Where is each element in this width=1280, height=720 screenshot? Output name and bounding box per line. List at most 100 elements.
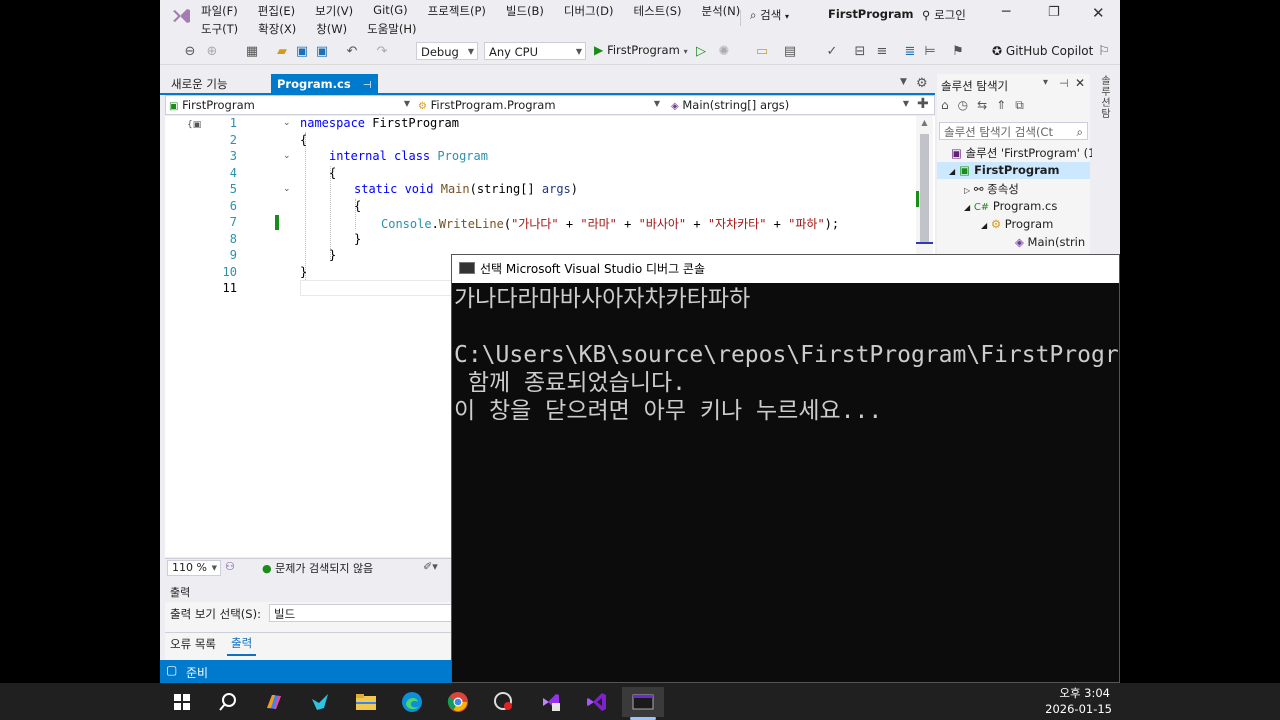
menu-view[interactable]: 보기(V): [315, 3, 353, 19]
feedback-icon[interactable]: ⚐: [1096, 44, 1112, 60]
person-icon: ⚲: [922, 8, 931, 22]
menu-debug[interactable]: 디버그(D): [564, 3, 614, 19]
menu-build[interactable]: 빌드(B): [506, 3, 544, 19]
platform-dropdown[interactable]: Any CPU ▼: [484, 42, 586, 60]
copy-icon[interactable]: ⧉: [1015, 98, 1024, 113]
visual-studio-button[interactable]: [578, 687, 614, 717]
method-name: WriteLine: [438, 217, 504, 231]
search-taskbar-button[interactable]: [210, 687, 246, 717]
menu-file[interactable]: 파일(F): [201, 3, 238, 19]
start-without-debugging-icon[interactable]: ▷: [693, 44, 709, 60]
solution-explorer-side-tab[interactable]: 솔루션탐: [1099, 76, 1113, 120]
tab-dropdown-icon[interactable]: ▼: [900, 77, 907, 87]
hot-reload-icon[interactable]: ✺: [716, 44, 732, 60]
menu-project[interactable]: 프로젝트(P): [428, 3, 486, 19]
forward-icon[interactable]: ⊕: [204, 44, 220, 60]
uncomment-icon[interactable]: ⊨: [922, 44, 938, 60]
tab-program-cs[interactable]: Program.cs ⊣ ✕: [271, 74, 378, 113]
solution-explorer-title: 솔루션 탐색기: [941, 79, 1009, 93]
menu-analyze[interactable]: 분석(N): [702, 3, 741, 19]
split-icon[interactable]: ✚: [917, 96, 929, 112]
menu-git[interactable]: Git(G): [373, 3, 408, 19]
tree-item-dependencies[interactable]: ▷ ⚯ 종속성: [964, 181, 1019, 197]
member-dropdown[interactable]: ◈ Main(string[] args) ▼: [671, 98, 911, 112]
menu-edit[interactable]: 편집(E): [258, 3, 295, 19]
paren-close: );: [824, 217, 840, 231]
platform-value: Any CPU: [489, 45, 538, 59]
collapse-icon[interactable]: ⌄: [283, 151, 291, 161]
spellcheck-icon[interactable]: ✓: [824, 44, 840, 60]
sync-icon[interactable]: ⇆: [977, 98, 987, 113]
format2-icon[interactable]: ≡: [874, 44, 890, 60]
collapse-icon[interactable]: ⌄: [283, 184, 291, 194]
operator: +: [686, 217, 708, 231]
tree-item-solution[interactable]: ▣ 솔루션 'FirstProgram' (1: [951, 145, 1095, 161]
tab-error-list[interactable]: 오류 목록: [170, 636, 216, 652]
copilot-app-button[interactable]: [256, 687, 292, 717]
search-icon: ⌕: [1076, 125, 1083, 139]
class-dropdown[interactable]: ⚙ FirstProgram.Program ▼: [418, 98, 662, 112]
menu-tools[interactable]: 도구(T): [201, 21, 238, 37]
comment-icon[interactable]: ≣: [902, 44, 918, 60]
login-button[interactable]: ⚲ 로그인: [922, 7, 966, 23]
home-icon[interactable]: ⌂: [941, 98, 949, 113]
debug-console-window[interactable]: 선택 Microsoft Visual Studio 디버그 콘솔 가나다라마바…: [451, 254, 1120, 683]
output-source-dropdown[interactable]: 빌드: [269, 604, 469, 622]
configuration-dropdown[interactable]: Debug ▼: [416, 42, 478, 60]
save-all-icon[interactable]: ▣: [314, 44, 330, 60]
tree-item-project[interactable]: ◢ ▣ FirstProgram: [949, 163, 1060, 177]
search-button[interactable]: ⌕ 검색 ▾: [750, 7, 789, 23]
undo-icon[interactable]: ↶: [344, 44, 360, 60]
layout-icon[interactable]: ▤: [782, 44, 798, 60]
close-pane-icon[interactable]: ✕: [1075, 76, 1085, 90]
menu-row-2: 도구(T) 확장(X) 창(W) 도움말(H): [201, 21, 417, 37]
format-icon[interactable]: ⊟: [852, 44, 868, 60]
console-taskbar-button[interactable]: [622, 687, 664, 717]
solution-search-input[interactable]: 솔루션 탐색기 검색(Ct ⌕: [939, 122, 1088, 140]
project-dropdown[interactable]: ▣ FirstProgram ▼: [169, 98, 412, 112]
pin-pane-icon[interactable]: ⊣: [1059, 77, 1069, 90]
menu-window[interactable]: 창(W): [316, 21, 347, 37]
taskbar-time[interactable]: 오후 3:04: [1040, 685, 1110, 701]
recorder-app-button[interactable]: [486, 687, 522, 717]
history-icon[interactable]: ◷: [958, 98, 968, 113]
app-button[interactable]: [302, 687, 338, 717]
settings-icon[interactable]: ⚙: [916, 76, 928, 91]
taskbar-date[interactable]: 2026-01-15: [1030, 702, 1112, 716]
restore-button[interactable]: ❐: [1048, 5, 1060, 20]
tree-item-program-cs[interactable]: ◢ C# Program.cs: [964, 199, 1057, 213]
redo-icon[interactable]: ↷: [374, 44, 390, 60]
save-icon[interactable]: ▣: [294, 44, 310, 60]
github-copilot-button[interactable]: ✪ GitHub Copilot: [992, 44, 1093, 58]
scrollbar-thumb[interactable]: [920, 134, 929, 244]
file-explorer-button[interactable]: [348, 687, 384, 717]
tree-item-main-method[interactable]: ◈ Main(strin: [1015, 235, 1085, 249]
minimize-button[interactable]: ─: [1002, 4, 1010, 20]
run-button[interactable]: ▶ FirstProgram ▾: [594, 43, 688, 57]
tree-item-program-class[interactable]: ◢ ⚙ Program: [981, 217, 1053, 231]
collapse-icon[interactable]: ⌄: [283, 118, 291, 128]
bookmark-icon[interactable]: ⚑: [950, 44, 966, 60]
cleanup-icon[interactable]: ✐▾: [423, 560, 438, 573]
menu-test[interactable]: 테스트(S): [634, 3, 682, 19]
edge-button[interactable]: [394, 687, 430, 717]
start-button[interactable]: [164, 687, 200, 717]
menu-help[interactable]: 도움말(H): [367, 21, 416, 37]
back-icon[interactable]: ⊖: [182, 44, 198, 60]
pane-dropdown-icon[interactable]: ▾: [1043, 77, 1048, 88]
close-window-button[interactable]: ✕: [1092, 4, 1105, 22]
scroll-up-icon[interactable]: ▲: [916, 118, 933, 127]
tab-whats-new[interactable]: 새로운 기능: [165, 74, 271, 94]
folder-toolbar-icon[interactable]: ▭: [754, 44, 770, 60]
chrome-button[interactable]: [440, 687, 476, 717]
issues-indicator[interactable]: ● 문제가 검색되지 않음: [262, 560, 373, 576]
pin-icon[interactable]: ⊣: [363, 80, 372, 91]
vs-installer-button[interactable]: [532, 687, 568, 717]
collapse-all-icon[interactable]: ⇑: [996, 98, 1006, 113]
menu-extensions[interactable]: 확장(X): [258, 21, 296, 37]
intellicode-icon[interactable]: ⚇: [225, 560, 235, 573]
new-project-icon[interactable]: ▦: [244, 44, 260, 60]
zoom-dropdown[interactable]: 110 % ▼: [167, 560, 221, 576]
tab-output[interactable]: 출력: [227, 634, 257, 656]
open-folder-icon[interactable]: ▰: [274, 44, 290, 60]
